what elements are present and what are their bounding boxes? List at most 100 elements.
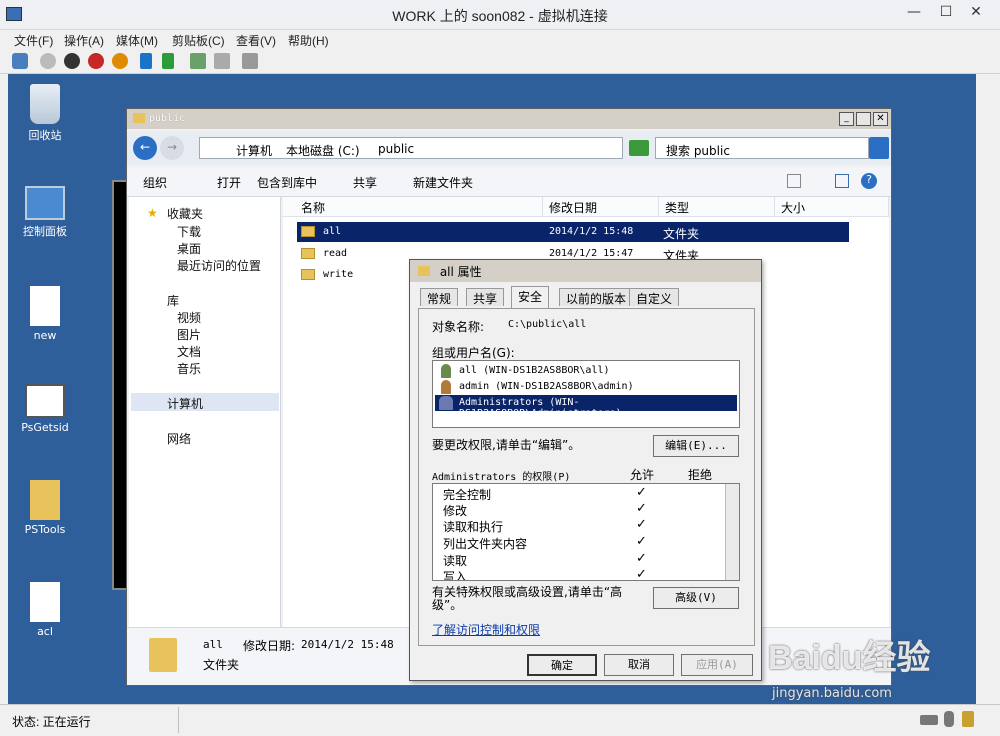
window-title: WORK 上的 soon082 - 虚拟机连接 [392,8,608,24]
breadcrumb-local-disk[interactable]: 本地磁盘 (C:) [286,142,360,159]
nav-desktop[interactable]: 桌面 [177,240,201,257]
column-date[interactable]: 修改日期 [543,197,659,217]
desktop-icon-pstools[interactable]: PSTools [15,480,75,536]
file-name: read [323,248,348,259]
column-size[interactable]: 大小 [775,197,889,217]
table-row[interactable]: all 2014/1/2 15:48 文件夹 [297,222,849,242]
list-item-selected[interactable]: Administrators (WIN-DS1B2AS8BOR\Administ… [435,395,737,419]
revert-icon[interactable] [214,53,230,69]
explorer-command-bar: 组织 打开 包含到库中 共享 新建文件夹 ? [127,167,891,197]
menu-view[interactable]: 查看(V) [236,32,276,49]
desktop-icon-recycle-bin[interactable]: 回收站 [15,84,75,143]
include-in-library-button[interactable]: 包含到库中 [257,174,317,191]
turn-off-icon[interactable] [64,53,80,69]
desktop-icon-psgetsid[interactable]: PsGetsid [15,384,75,434]
breadcrumb-public[interactable]: public [378,142,414,156]
nav-network[interactable]: 网络 [167,430,191,447]
desktop-icon-control-panel[interactable]: 控制面板 [15,186,75,239]
column-name[interactable]: 名称 [283,197,543,217]
shutdown-icon[interactable] [88,53,104,69]
share-button[interactable]: 共享 [353,174,377,191]
allow-header: 允许 [630,468,655,482]
desktop-icon-acl[interactable]: acl [15,582,75,638]
snapshot-icon[interactable] [190,53,206,69]
tab-security[interactable]: 安全 [511,286,550,308]
desktop-icon-new[interactable]: new [15,286,75,342]
organize-button[interactable]: 组织 [143,174,167,191]
permission-name: 写入 [443,570,468,581]
save-icon[interactable] [112,53,128,69]
pause-icon[interactable] [140,53,152,69]
minimize-button[interactable]: — [900,2,928,24]
ctrl-alt-del-icon[interactable] [12,53,28,69]
nav-music[interactable]: 音乐 [177,360,201,377]
permissions-scrollbar[interactable] [725,484,739,580]
groups-list[interactable]: all (WIN-DS1B2AS8BOR\all) admin (WIN-DS1… [432,360,740,428]
deny-header: 拒绝 [688,468,713,482]
tab-customize[interactable]: 自定义 [629,288,680,306]
maximize-button[interactable]: ☐ [932,2,960,24]
tab-previous-versions[interactable]: 以前的版本 [559,288,634,306]
nav-downloads[interactable]: 下载 [177,223,201,240]
nav-videos[interactable]: 视频 [177,309,201,326]
explorer-titlebar: public _ ✕ [127,109,891,129]
explorer-minimize-button[interactable]: _ [839,112,854,126]
nav-computer[interactable]: 计算机 [167,395,203,412]
column-name-label: 名称 [301,201,326,215]
user-icon [441,380,451,394]
tab-sharing[interactable]: 共享 [466,288,505,306]
new-folder-button[interactable]: 新建文件夹 [413,174,473,191]
help-link[interactable]: 了解访问控制和权限 [432,621,540,638]
details-name: all [203,638,223,651]
start-icon[interactable] [40,53,56,69]
nav-favorites[interactable]: 收藏夹 [167,205,203,222]
search-input[interactable]: 搜索 public [655,137,869,159]
search-icon[interactable] [869,137,889,159]
allow-check-icon: ✓ [636,551,647,566]
nav-pictures[interactable]: 图片 [177,326,201,343]
menu-clipboard[interactable]: 剪贴板(C) [172,32,225,49]
nav-recent[interactable]: 最近访问的位置 [177,257,261,274]
permission-row: 读取 ✓ [433,551,723,568]
cancel-button[interactable]: 取消 [604,654,674,676]
apply-button[interactable]: 应用(A) [681,654,753,676]
window-titlebar: WORK 上的 soon082 - 虚拟机连接 — ☐ ✕ [0,0,1000,30]
column-type[interactable]: 类型 [659,197,775,217]
list-item[interactable]: admin (WIN-DS1B2AS8BOR\admin) [435,379,735,395]
edit-button[interactable]: 编辑(E)... [653,435,739,457]
close-button[interactable]: ✕ [962,2,990,24]
menu-action[interactable]: 操作(A) [64,32,104,49]
explorer-maximize-button[interactable] [856,112,871,126]
forward-icon[interactable]: → [160,136,184,160]
folder-icon [30,480,60,520]
view-options-icon[interactable] [787,174,801,188]
help-icon[interactable]: ? [861,173,877,189]
menu-help[interactable]: 帮助(H) [288,32,329,49]
tab-general[interactable]: 常规 [420,288,459,306]
advanced-button[interactable]: 高级(V) [653,587,739,609]
breadcrumb-computer[interactable]: 计算机 [236,142,272,159]
open-button[interactable]: 打开 [217,174,241,191]
permission-row: 完全控制 ✓ [433,485,723,502]
ok-button[interactable]: 确定 [527,654,597,676]
list-item[interactable]: all (WIN-DS1B2AS8BOR\all) [435,363,735,379]
preview-pane-icon[interactable] [835,174,849,188]
menu-media[interactable]: 媒体(M) [116,32,158,49]
explorer-close-button[interactable]: ✕ [873,112,888,126]
permissions-list[interactable]: 完全控制 ✓ 修改 ✓ 读取和执行 ✓ 列出文件夹内容 ✓ 读取 ✓ 写入 ✓ [432,483,740,581]
permission-name: 读取和执行 [443,520,504,534]
folder-icon [301,226,321,238]
back-icon[interactable]: ← [133,136,157,160]
dialog-title: all 属性 [439,265,482,279]
nav-libraries[interactable]: 库 [167,292,179,309]
refresh-icon[interactable] [629,140,649,156]
application-icon [25,384,65,418]
enhanced-session-icon[interactable] [242,53,258,69]
nav-documents[interactable]: 文档 [177,343,201,360]
reset-icon[interactable] [162,53,174,69]
address-bar[interactable]: 计算机 本地磁盘 (C:) public [199,137,623,159]
vm-scrollbar[interactable] [976,74,1000,704]
menu-file[interactable]: 文件(F) [14,32,53,49]
group-name: admin (WIN-DS1B2AS8BOR\admin) [459,381,634,392]
permission-name: 完全控制 [443,488,492,502]
